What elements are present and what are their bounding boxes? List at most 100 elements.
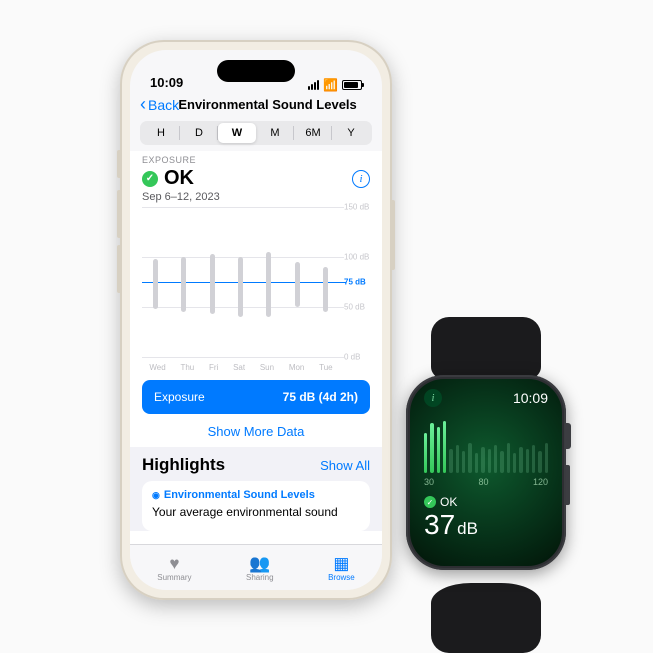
tab-label: Sharing	[246, 573, 274, 582]
watch-case: i 10:09 30 80 120 ✓ OK 37dB	[406, 375, 566, 570]
noise-bar	[545, 443, 548, 473]
battery-icon	[342, 80, 362, 90]
highlight-card-title: Environmental Sound Levels	[164, 489, 315, 501]
page-title: Environmental Sound Levels	[163, 97, 372, 112]
segment-week[interactable]: W	[218, 123, 256, 143]
highlights-title: Highlights	[142, 455, 225, 475]
watch-time: 10:09	[513, 390, 548, 406]
tab-sharing[interactable]: 👥 Sharing	[246, 555, 274, 582]
segment-6month[interactable]: 6M	[294, 123, 332, 143]
x-lbl: Tue	[319, 363, 333, 372]
noise-bar	[507, 443, 510, 473]
noise-bar	[519, 447, 522, 473]
segment-day[interactable]: D	[180, 123, 218, 143]
tab-browse[interactable]: ▦ Browse	[328, 555, 355, 582]
y-tick-100: 100 dB	[344, 253, 370, 262]
watch-status-bar: i 10:09	[410, 379, 562, 407]
info-icon[interactable]: i	[424, 389, 442, 407]
y-tick-0: 0 dB	[344, 353, 370, 362]
x-lbl: Sun	[260, 363, 274, 372]
noise-bar	[424, 433, 427, 473]
phone-screen: 10:09 📶 ‹ Back Environmental Sound Level…	[130, 50, 382, 590]
hearing-icon	[152, 489, 160, 501]
noise-bar	[449, 449, 452, 473]
noise-bar	[538, 451, 541, 473]
date-range: Sep 6–12, 2023	[142, 191, 370, 203]
iphone-device: 10:09 📶 ‹ Back Environmental Sound Level…	[120, 40, 392, 600]
watch-side-button[interactable]	[566, 465, 570, 505]
x-lbl: Fri	[209, 363, 218, 372]
noise-bar	[488, 449, 491, 473]
segment-hour[interactable]: H	[142, 123, 180, 143]
exposure-heading: EXPOSURE	[142, 155, 370, 165]
noise-bar	[462, 451, 465, 473]
y-tick-150: 150 dB	[344, 203, 370, 212]
tab-bar: ♥ Summary 👥 Sharing ▦ Browse	[130, 544, 382, 590]
phone-side-button	[392, 200, 395, 270]
highlight-card[interactable]: Environmental Sound Levels Your average …	[142, 481, 370, 531]
show-more-data-link[interactable]: Show More Data	[142, 424, 370, 439]
noise-bar	[437, 427, 440, 473]
status-row: ✓ OK i	[142, 167, 370, 190]
wifi-icon: 📶	[323, 80, 338, 90]
status-text: OK	[164, 167, 194, 190]
exposure-chart[interactable]: 150 dB 100 dB 75 dB 50 dB 0 dB	[142, 207, 370, 372]
watch-status-row: ✓ OK	[410, 487, 562, 509]
cellular-icon	[308, 80, 319, 90]
checkmark-icon: ✓	[424, 496, 436, 508]
noise-bar	[526, 449, 529, 473]
db-unit: dB	[457, 519, 478, 539]
noise-bar	[475, 453, 478, 473]
content-area: EXPOSURE ✓ OK i Sep 6–12, 2023 150 dB 10…	[130, 151, 382, 544]
noise-bar	[430, 423, 433, 473]
phone-side-button	[117, 150, 120, 178]
noise-level-bars	[424, 417, 548, 473]
x-axis-labels: Wed Thu Fri Sat Sun Mon Tue	[142, 363, 340, 372]
exposure-card-label: Exposure	[154, 390, 205, 404]
noise-bar	[500, 451, 503, 473]
status-time: 10:09	[150, 75, 183, 90]
watch-screen: i 10:09 30 80 120 ✓ OK 37dB	[410, 379, 562, 566]
scale-max: 120	[533, 477, 548, 487]
time-range-segmented-control[interactable]: H D W M 6M Y	[140, 121, 372, 145]
tab-summary[interactable]: ♥ Summary	[157, 555, 191, 582]
segment-year[interactable]: Y	[332, 123, 370, 143]
scale-min: 30	[424, 477, 434, 487]
y-tick-50: 50 dB	[344, 303, 370, 312]
tab-label: Summary	[157, 573, 191, 582]
nav-bar: ‹ Back Environmental Sound Levels	[130, 92, 382, 119]
segment-month[interactable]: M	[256, 123, 294, 143]
digital-crown[interactable]	[565, 423, 571, 449]
watch-db-value: 37dB	[410, 509, 562, 551]
noise-bar	[532, 445, 535, 473]
status-right: 📶	[308, 80, 362, 90]
dynamic-island	[217, 60, 295, 82]
scale-mid: 80	[478, 477, 488, 487]
back-chevron-icon[interactable]: ‹	[140, 94, 146, 115]
phone-side-button	[117, 190, 120, 238]
noise-scale: 30 80 120	[410, 473, 562, 487]
noise-bar	[468, 443, 471, 473]
heart-icon: ♥	[169, 555, 179, 572]
x-lbl: Sat	[233, 363, 245, 372]
noise-bar	[494, 445, 497, 473]
exposure-card-value: 75 dB (4d 2h)	[283, 390, 358, 404]
chart-bars	[142, 207, 340, 358]
checkmark-icon: ✓	[142, 171, 158, 187]
highlight-card-text: Your average environmental sound	[152, 505, 360, 519]
x-lbl: Mon	[289, 363, 305, 372]
exposure-summary-card[interactable]: Exposure 75 dB (4d 2h)	[142, 380, 370, 414]
people-icon: 👥	[249, 555, 270, 572]
info-icon[interactable]: i	[352, 170, 370, 188]
grid-icon: ▦	[333, 555, 349, 572]
tab-label: Browse	[328, 573, 355, 582]
watch-status-text: OK	[440, 495, 457, 509]
x-lbl: Wed	[149, 363, 165, 372]
highlights-section: Highlights Show All Environmental Sound …	[130, 447, 382, 531]
noise-bar	[513, 453, 516, 473]
watch-band	[431, 583, 541, 653]
noise-bar	[443, 421, 446, 473]
y-tick-75: 75 dB	[344, 278, 370, 287]
show-all-link[interactable]: Show All	[320, 458, 370, 473]
apple-watch-device: i 10:09 30 80 120 ✓ OK 37dB	[399, 345, 573, 625]
